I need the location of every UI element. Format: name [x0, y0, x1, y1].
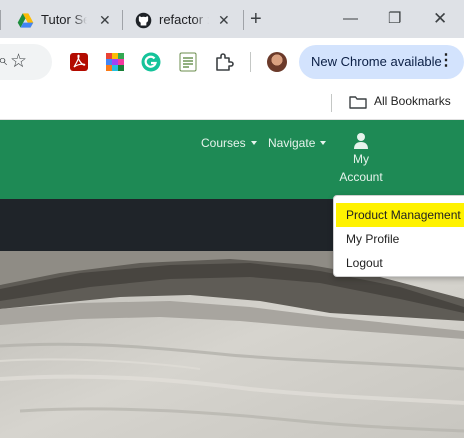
nav-courses-dropdown[interactable]: Courses — [201, 136, 257, 150]
nav-courses-label: Courses — [201, 136, 246, 150]
sheet-extension-icon[interactable] — [178, 52, 198, 72]
kebab-menu-icon[interactable]: ⋮ — [438, 51, 454, 71]
nav-navigate-dropdown[interactable]: Navigate — [268, 136, 327, 150]
tab-close-icon[interactable]: ✕ — [218, 11, 230, 29]
grammarly-icon[interactable] — [141, 52, 161, 72]
hero-photo — [0, 251, 464, 438]
close-window-button[interactable]: ✕ — [433, 10, 447, 28]
all-bookmarks-link[interactable]: All Bookmarks — [374, 94, 451, 108]
user-icon — [354, 133, 368, 149]
site-navbar: Courses Navigate My Account — [0, 120, 464, 199]
bookmarks-bar: All Bookmarks — [0, 88, 464, 120]
my-account-label-line1: My — [353, 152, 369, 166]
search-icon: ⌕ — [0, 52, 7, 70]
tab-title: refactor : — [159, 12, 209, 27]
my-account-label-line2: Account — [339, 170, 383, 184]
menu-item-logout[interactable]: Logout — [334, 251, 464, 275]
my-account-dropdown[interactable]: My Account — [330, 132, 392, 186]
caret-down-icon — [250, 141, 257, 145]
google-drive-icon — [17, 13, 34, 28]
tab-close-icon[interactable]: ✕ — [99, 11, 111, 29]
menu-item-my-profile[interactable]: My Profile — [334, 227, 464, 251]
address-bar[interactable]: ⌕ ☆ — [0, 44, 52, 80]
new-chrome-available-button[interactable]: New Chrome available ⋮ — [299, 45, 464, 79]
profile-avatar[interactable] — [267, 52, 287, 72]
tab-github[interactable]: refactor : ✕ — [122, 8, 244, 32]
maximize-button[interactable]: ❐ — [388, 10, 401, 28]
caret-down-icon — [320, 141, 327, 145]
nav-navigate-label: Navigate — [268, 136, 316, 150]
puzzle-icon[interactable] — [214, 52, 234, 72]
folder-icon — [349, 96, 367, 109]
minimize-button[interactable]: — — [343, 10, 358, 28]
bookmarks-separator — [331, 94, 332, 112]
tab-separator — [122, 10, 123, 30]
new-tab-button[interactable]: + — [250, 8, 262, 30]
browser-toolbar: ⌕ ☆ New Chrome available ⋮ — [0, 38, 464, 88]
menu-item-label: My Profile — [346, 232, 400, 246]
menu-item-product-management[interactable]: Product Management — [336, 203, 464, 227]
adobe-pdf-icon[interactable] — [69, 52, 89, 72]
tab-separator — [0, 10, 1, 30]
color-grid-icon[interactable] — [105, 52, 125, 72]
hero-photo-graphic — [0, 251, 464, 438]
github-icon — [135, 12, 152, 29]
toolbar-separator — [250, 52, 251, 72]
tab-separator — [243, 10, 244, 30]
tab-title: Tutor Ser — [41, 12, 87, 27]
menu-item-label: Product Management — [346, 208, 461, 222]
browser-tab-strip: Tutor Ser ✕ refactor : ✕ + — ❐ ✕ — [0, 0, 464, 38]
account-dropdown-menu: Product Management My Profile Logout — [333, 195, 464, 277]
tab-tutor[interactable]: Tutor Ser ✕ — [0, 8, 122, 32]
menu-item-label: Logout — [346, 256, 383, 270]
update-label: New Chrome available — [311, 54, 442, 69]
bookmark-star-icon[interactable]: ☆ — [10, 50, 27, 73]
